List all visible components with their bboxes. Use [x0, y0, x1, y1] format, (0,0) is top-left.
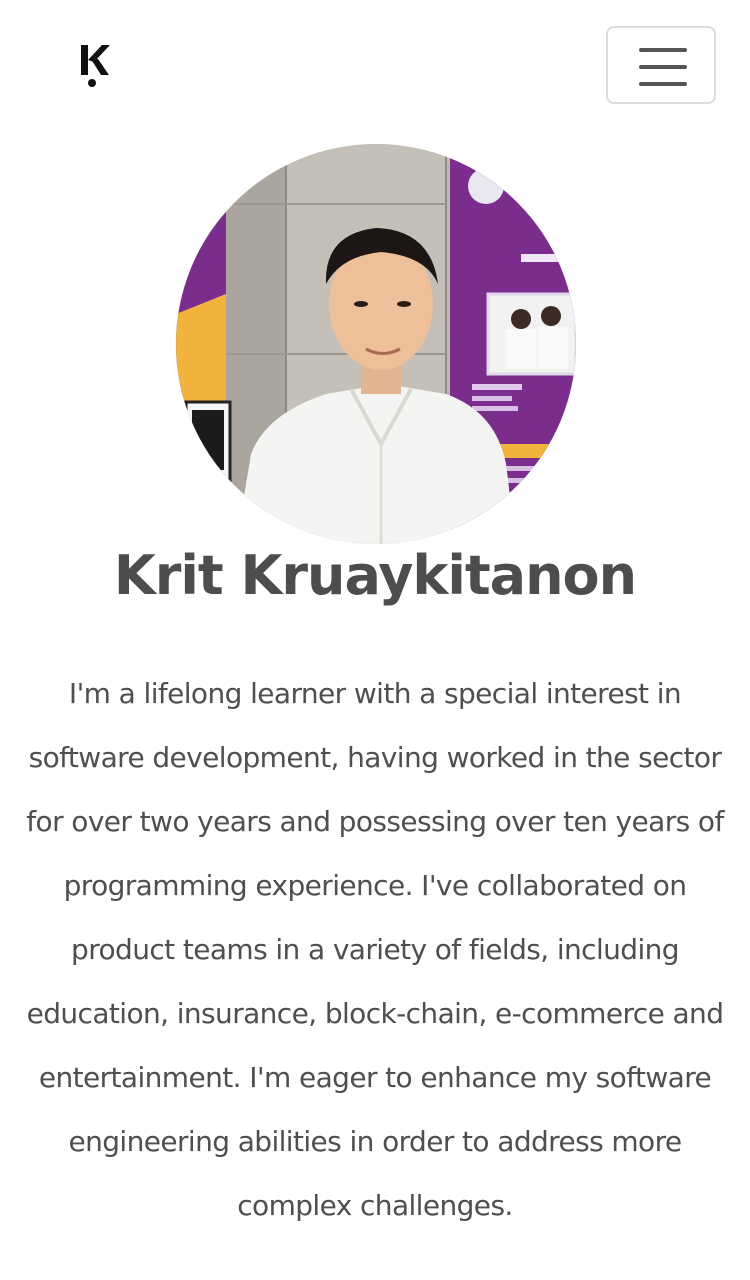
profile-bio: I'm a lifelong learner with a special in…	[26, 677, 724, 1222]
profile-name: Krit Kruaykitanon	[113, 544, 637, 607]
menu-toggle-button[interactable]	[606, 26, 716, 104]
hamburger-menu-icon	[639, 48, 687, 52]
navbar	[0, 0, 750, 132]
hamburger-menu-icon	[639, 65, 687, 69]
k-logo-icon[interactable]	[78, 42, 110, 90]
profile-photo	[176, 144, 576, 544]
hamburger-menu-icon	[639, 82, 687, 86]
